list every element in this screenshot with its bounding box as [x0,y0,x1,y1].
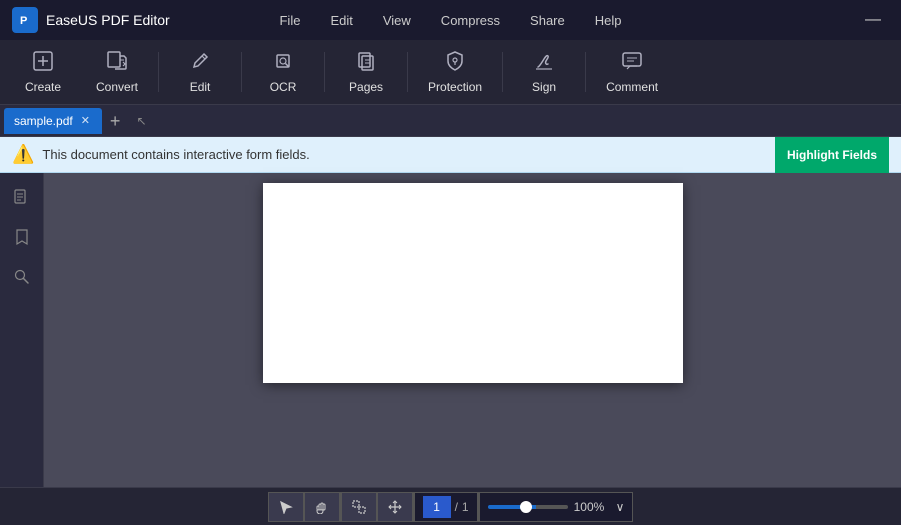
active-tab[interactable]: sample.pdf ✕ [4,108,102,134]
nav-share[interactable]: Share [530,13,565,28]
add-tab-button[interactable]: + [102,112,129,130]
toolbar-divider-1 [158,52,159,92]
info-warning-icon: ⚠️ [12,144,34,165]
comment-icon [621,50,643,76]
left-sidebar [0,173,44,487]
protection-label: Protection [428,80,482,94]
zoom-dropdown-button[interactable]: ∨ [616,500,625,514]
convert-label: Convert [96,80,138,94]
sidebar-search-icon[interactable] [6,261,38,293]
pages-button[interactable]: Pages [331,45,401,99]
edit-button[interactable]: Edit [165,45,235,99]
create-button[interactable]: Create [8,45,78,99]
nav-edit[interactable]: Edit [330,13,352,28]
cursor-indicator: ↖ [132,112,150,130]
title-bar: P EaseUS PDF Editor File Edit View Compr… [0,0,901,40]
info-bar-left: ⚠️ This document contains interactive fo… [12,144,310,165]
create-label: Create [25,80,61,94]
pages-label: Pages [349,80,383,94]
title-bar-right: — [857,7,889,33]
svg-text:P: P [20,15,27,27]
info-message: This document contains interactive form … [42,147,309,162]
ocr-label: OCR [270,80,297,94]
app-logo: P [12,7,38,33]
tab-label: sample.pdf [14,114,73,128]
info-bar: ⚠️ This document contains interactive fo… [0,137,901,173]
hand-tool-button[interactable] [304,492,340,522]
ocr-icon [272,50,294,76]
minimize-button[interactable]: — [857,7,889,33]
toolbar: Create Convert Edit [0,40,901,105]
status-tools: / 1 100% ∨ [268,492,634,522]
pages-icon [355,50,377,76]
cursor-tool-button[interactable] [268,492,304,522]
nav-view[interactable]: View [383,13,411,28]
convert-button[interactable]: Convert [82,45,152,99]
zoom-level: 100% [574,500,610,514]
page-number-input[interactable] [423,496,451,518]
protection-icon [444,50,466,76]
document-page [263,183,683,383]
highlight-fields-button[interactable]: Highlight Fields [775,137,889,173]
protection-button[interactable]: Protection [414,45,496,99]
toolbar-divider-2 [241,52,242,92]
comment-label: Comment [606,80,658,94]
sign-icon [533,50,555,76]
sidebar-pages-icon[interactable] [6,181,38,213]
toolbar-divider-6 [585,52,586,92]
edit-label: Edit [190,80,211,94]
tab-close-button[interactable]: ✕ [79,114,92,127]
page-total: 1 [462,500,469,514]
nav-file[interactable]: File [279,13,300,28]
comment-button[interactable]: Comment [592,45,672,99]
document-canvas [44,173,901,487]
zoom-slider[interactable] [488,505,568,509]
zoom-group: 100% ∨ [479,492,634,522]
main-area [0,173,901,487]
title-bar-left: P EaseUS PDF Editor [12,7,170,33]
status-bar: / 1 100% ∨ [0,487,901,525]
toolbar-divider-4 [407,52,408,92]
page-input-group: / 1 [414,492,478,522]
sign-button[interactable]: Sign [509,45,579,99]
app-name: EaseUS PDF Editor [46,12,170,28]
edit-icon [189,50,211,76]
nav-compress[interactable]: Compress [441,13,500,28]
create-icon [32,50,54,76]
sidebar-bookmark-icon[interactable] [6,221,38,253]
toolbar-divider-3 [324,52,325,92]
select-tool-button[interactable] [341,492,377,522]
nav-help[interactable]: Help [595,13,622,28]
sign-label: Sign [532,80,556,94]
move-tool-button[interactable] [377,492,413,522]
ocr-button[interactable]: OCR [248,45,318,99]
convert-icon [106,50,128,76]
toolbar-divider-5 [502,52,503,92]
tabs-bar: sample.pdf ✕ + ↖ [0,105,901,137]
title-bar-nav: File Edit View Compress Share Help [279,13,621,28]
page-separator: / [455,500,458,514]
